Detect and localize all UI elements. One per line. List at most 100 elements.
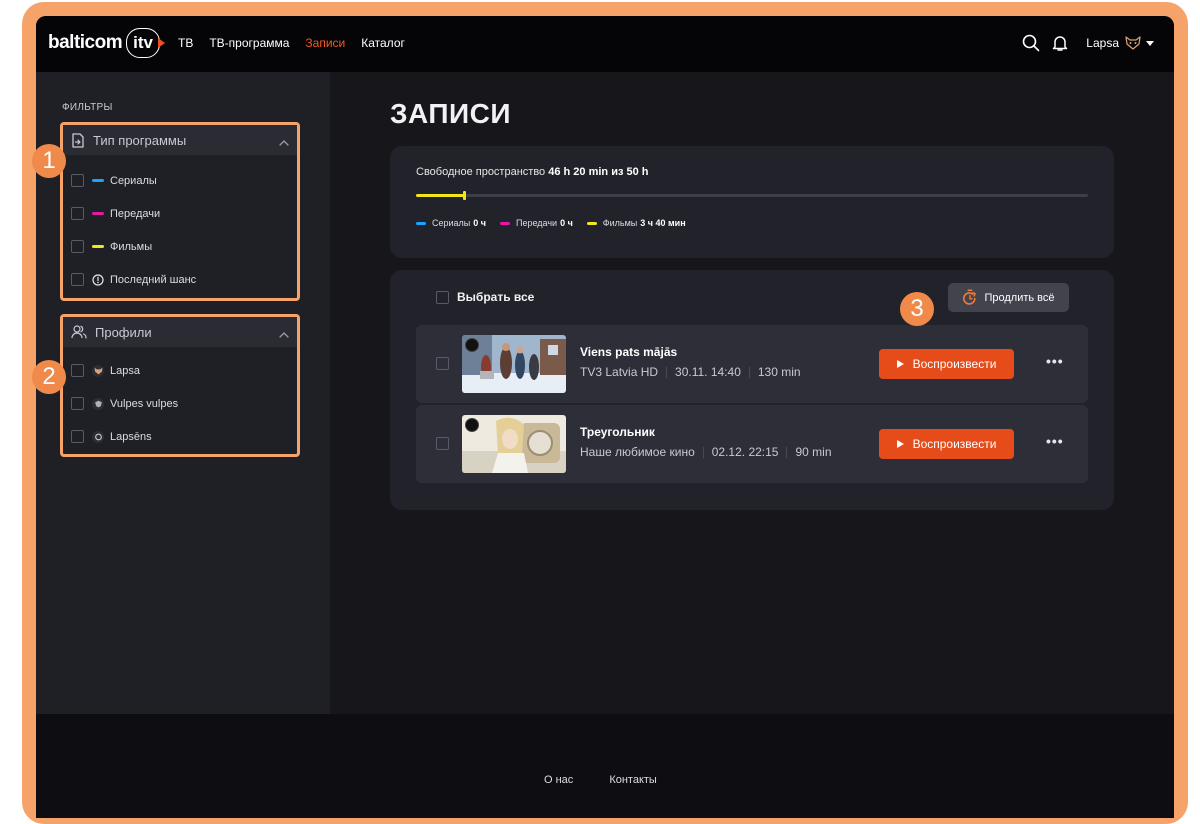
meta-separator	[666, 366, 668, 378]
nav-item-catalog[interactable]: Каталог	[361, 36, 405, 50]
profile-lapsens-checkbox[interactable]	[71, 430, 84, 443]
filter-movies[interactable]: Фильмы	[63, 230, 297, 263]
storage-summary: Свободное пространство 46 h 20 min из 50…	[416, 166, 649, 178]
storage-legend: Сериалы 0 ч Передачи 0 ч Фильмы 3 ч 40 м…	[416, 218, 700, 228]
chevron-up-icon[interactable]	[279, 326, 289, 341]
filter-shows[interactable]: Передачи	[63, 197, 297, 230]
bell-icon[interactable]	[1052, 34, 1068, 52]
profiles-filter: Профили Lapsa Vulpes vulpes Lapsēns	[60, 314, 300, 457]
profile-vulpes-label: Vulpes vulpes	[110, 397, 179, 410]
profile-lapsa-checkbox[interactable]	[71, 364, 84, 377]
recording-thumbnail[interactable]	[462, 415, 566, 473]
recording-duration: 90 min	[795, 445, 832, 459]
filter-series-label: Сериалы	[110, 174, 157, 187]
header-actions: Lapsa	[1022, 34, 1154, 52]
play-button[interactable]: Воспроизвести	[879, 429, 1014, 459]
filter-profile-lapsens[interactable]: Lapsēns	[63, 420, 297, 453]
extend-all-button[interactable]: Продлить всё	[948, 283, 1069, 312]
fox-avatar-icon	[1125, 36, 1141, 50]
callout-badge: 2	[32, 360, 66, 394]
storage-progress-fill	[416, 194, 466, 197]
storage-panel: Свободное пространство 46 h 20 min из 50…	[390, 146, 1114, 258]
play-button[interactable]: Воспроизвести	[879, 349, 1014, 379]
recording-checkbox[interactable]	[436, 437, 449, 450]
filters-sidebar: ФИЛЬТРЫ Тип программы Сериалы Передачи Ф…	[36, 72, 330, 714]
callout-badge: 3	[900, 292, 934, 326]
program-type-filter: Тип программы Сериалы Передачи Фильмы По…	[60, 122, 300, 301]
filter-profile-vulpes[interactable]: Vulpes vulpes	[63, 387, 297, 420]
profile-lapsa-label: Lapsa	[110, 364, 140, 377]
users-icon	[71, 325, 87, 339]
shows-checkbox[interactable]	[71, 207, 84, 220]
nav-item-tv-guide[interactable]: ТВ-программа	[209, 36, 289, 50]
footer-contacts-link[interactable]: Контакты	[609, 774, 657, 786]
program-type-header[interactable]: Тип программы	[63, 125, 297, 155]
footer-links: О нас Контакты	[544, 774, 693, 786]
fox-avatar-icon	[92, 430, 104, 443]
chevron-up-icon[interactable]	[279, 134, 289, 149]
channel-logo	[465, 418, 479, 432]
recording-thumbnail[interactable]	[462, 335, 566, 393]
legend-movies-value: 3 ч 40 мин	[640, 218, 686, 228]
caret-down-icon	[1146, 40, 1154, 46]
footer: О нас Контакты	[36, 714, 1174, 818]
nav-item-recordings[interactable]: Записи	[305, 36, 345, 50]
storage-progress-marker	[463, 191, 467, 200]
main-nav: ТВ ТВ-программа Записи Каталог	[178, 36, 421, 50]
shows-color-marker	[92, 212, 104, 215]
profiles-title: Профили	[95, 324, 152, 340]
profiles-header[interactable]: Профили	[63, 317, 297, 347]
recording-meta: TV3 Latvia HD 30.11. 14:40 130 min	[580, 365, 801, 379]
recording-channel: Наше любимое кино	[580, 445, 695, 459]
search-icon[interactable]	[1022, 34, 1040, 52]
recording-row[interactable]: Viens pats mājās TV3 Latvia HD 30.11. 14…	[416, 325, 1088, 403]
legend-movies-label: Фильмы	[602, 218, 638, 228]
timer-icon	[963, 289, 977, 305]
meta-separator	[702, 446, 704, 458]
channel-logo	[465, 338, 479, 352]
recording-title: Viens pats mājās	[580, 345, 678, 359]
nav-item-tv[interactable]: ТВ	[178, 36, 193, 50]
series-color-marker	[92, 179, 104, 182]
profile-menu[interactable]: Lapsa	[1086, 36, 1154, 50]
recordings-panel: Выбрать все Продлить всё Viens pats mājā…	[390, 270, 1114, 510]
storage-progress-bar	[416, 191, 1088, 200]
callout-badge: 1	[32, 144, 66, 178]
recording-datetime: 02.12. 22:15	[711, 445, 779, 459]
recording-checkbox[interactable]	[436, 357, 449, 370]
recording-row[interactable]: Треугольник Наше любимое кино 02.12. 22:…	[416, 405, 1088, 483]
movies-color-marker	[586, 221, 597, 225]
recording-datetime: 30.11. 14:40	[675, 365, 741, 379]
profile-vulpes-checkbox[interactable]	[71, 397, 84, 410]
document-import-icon	[71, 132, 85, 148]
filter-series[interactable]: Сериалы	[63, 164, 297, 197]
info-circle-icon	[92, 273, 104, 286]
legend-shows: Передачи 0 ч	[500, 218, 573, 228]
fox-avatar-icon	[92, 397, 104, 410]
storage-value: 46 h 20 min из 50 h	[548, 166, 649, 178]
footer-about-link[interactable]: О нас	[544, 774, 573, 786]
more-options-icon[interactable]: •••	[1046, 433, 1064, 449]
recording-meta: Наше любимое кино 02.12. 22:15 90 min	[580, 445, 832, 459]
select-all[interactable]: Выбрать все	[436, 290, 534, 304]
recording-duration: 130 min	[757, 365, 801, 379]
legend-shows-label: Передачи	[516, 218, 558, 228]
legend-series-label: Сериалы	[432, 218, 471, 228]
filter-last-chance[interactable]: Последний шанс	[63, 263, 297, 296]
brand-name: balticom	[48, 32, 123, 53]
legend-series-value: 0 ч	[473, 218, 486, 228]
top-navbar: balticom itv ТВ ТВ-программа Записи Ката…	[36, 16, 1174, 72]
select-all-checkbox[interactable]	[436, 290, 449, 304]
filter-last-chance-label: Последний шанс	[110, 273, 197, 286]
last-chance-checkbox[interactable]	[71, 273, 84, 286]
recording-channel: TV3 Latvia HD	[580, 365, 659, 379]
more-options-icon[interactable]: •••	[1046, 353, 1064, 369]
filter-profile-lapsa[interactable]: Lapsa	[63, 354, 297, 387]
movies-checkbox[interactable]	[71, 240, 84, 253]
filters-heading: ФИЛЬТРЫ	[62, 102, 113, 113]
filter-movies-label: Фильмы	[110, 240, 153, 253]
series-color-marker	[416, 221, 426, 225]
brand-logo[interactable]: balticom itv	[48, 28, 165, 58]
play-label: Воспроизвести	[912, 437, 997, 451]
series-checkbox[interactable]	[71, 174, 84, 187]
